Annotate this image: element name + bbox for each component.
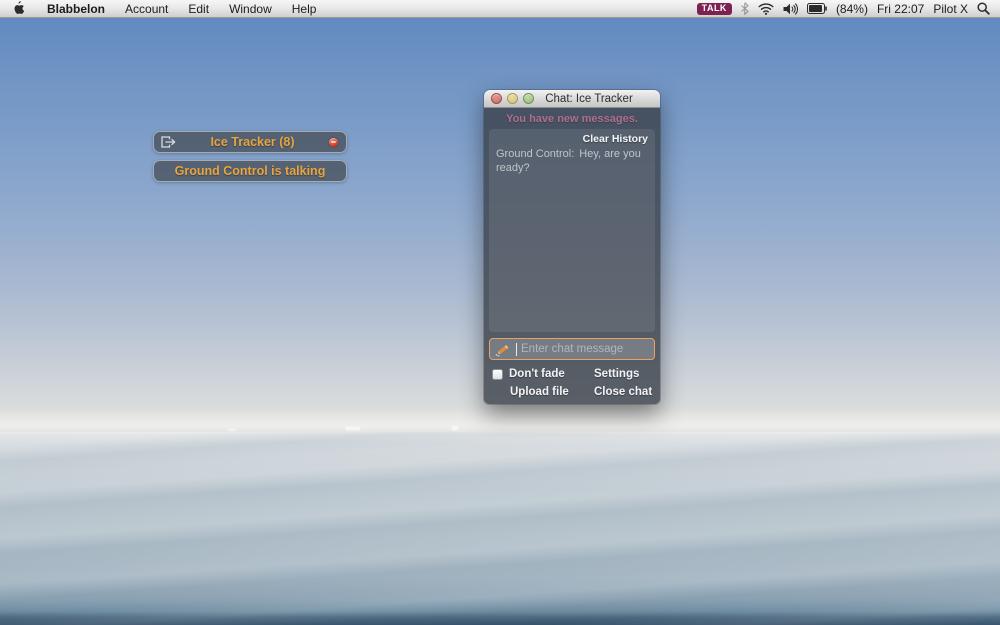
- window-title: Chat: Ice Tracker: [539, 93, 653, 105]
- menu-edit[interactable]: Edit: [178, 0, 219, 17]
- clear-history-link[interactable]: Clear History: [583, 133, 648, 145]
- menubar: Blabbelon Account Edit Window Help TALK …: [0, 0, 1000, 18]
- menubar-user[interactable]: Pilot X: [933, 2, 968, 16]
- menubar-status: TALK (84%) Fri 22:07 Pilot X: [697, 0, 992, 17]
- close-chat-link[interactable]: Close chat: [594, 386, 652, 398]
- channel-pill-label: Ice Tracker (8): [176, 135, 329, 149]
- pencil-icon: [495, 342, 512, 357]
- menu-app[interactable]: Blabbelon: [37, 0, 115, 17]
- menu-help[interactable]: Help: [282, 0, 327, 17]
- close-window-button[interactable]: [491, 93, 502, 104]
- chat-message-sender: Ground Control:: [496, 148, 574, 160]
- chat-body: You have new messages. Clear History Gro…: [484, 108, 660, 404]
- chat-message-input[interactable]: [521, 343, 649, 355]
- dont-fade-label: Don't fade: [509, 368, 565, 380]
- zoom-window-button[interactable]: [523, 93, 534, 104]
- menu-app-label: Blabbelon: [47, 2, 105, 16]
- menu-window[interactable]: Window: [219, 0, 282, 17]
- menu-help-label: Help: [292, 2, 317, 16]
- menu-account-label: Account: [125, 2, 168, 16]
- record-indicator-icon: [329, 138, 338, 147]
- chat-history[interactable]: Clear History Ground Control:Hey, are yo…: [489, 129, 655, 332]
- new-messages-notice: You have new messages.: [489, 108, 655, 129]
- menu-window-label: Window: [229, 2, 272, 16]
- talking-pill-label: Ground Control is talking: [154, 164, 346, 178]
- volume-icon[interactable]: [783, 3, 798, 15]
- upload-file-link[interactable]: Upload file: [510, 386, 569, 398]
- menu-account[interactable]: Account: [115, 0, 178, 17]
- bluetooth-icon[interactable]: [741, 2, 749, 15]
- menubar-clock[interactable]: Fri 22:07: [877, 2, 924, 16]
- apple-menu[interactable]: [8, 0, 37, 17]
- menubar-menus: Blabbelon Account Edit Window Help: [8, 0, 326, 17]
- minimize-window-button[interactable]: [507, 93, 518, 104]
- exit-channel-icon[interactable]: [161, 136, 176, 148]
- apple-logo-icon: [14, 1, 27, 16]
- dont-fade-toggle[interactable]: Don't fade: [492, 368, 565, 380]
- spotlight-icon[interactable]: [977, 2, 990, 15]
- chat-controls: Don't fade Upload file Settings Close ch…: [489, 368, 655, 398]
- chat-titlebar[interactable]: Chat: Ice Tracker: [484, 90, 660, 108]
- channel-pill[interactable]: Ice Tracker (8): [153, 131, 347, 153]
- talk-status-badge[interactable]: TALK: [697, 3, 732, 15]
- chat-message: Ground Control:Hey, are you ready?: [496, 148, 648, 176]
- text-caret: [516, 343, 517, 356]
- wifi-icon[interactable]: [758, 3, 774, 15]
- distant-ship: [228, 429, 236, 431]
- chat-window: Chat: Ice Tracker You have new messages.…: [484, 90, 660, 404]
- menu-edit-label: Edit: [188, 2, 209, 16]
- battery-percent: (84%): [836, 2, 868, 16]
- battery-icon[interactable]: [807, 3, 827, 14]
- talking-pill: Ground Control is talking: [153, 160, 347, 182]
- chat-input-row[interactable]: [489, 338, 655, 360]
- distant-ship: [452, 426, 458, 430]
- distant-ship: [346, 427, 360, 430]
- dont-fade-checkbox[interactable]: [492, 369, 503, 380]
- settings-link[interactable]: Settings: [594, 368, 639, 380]
